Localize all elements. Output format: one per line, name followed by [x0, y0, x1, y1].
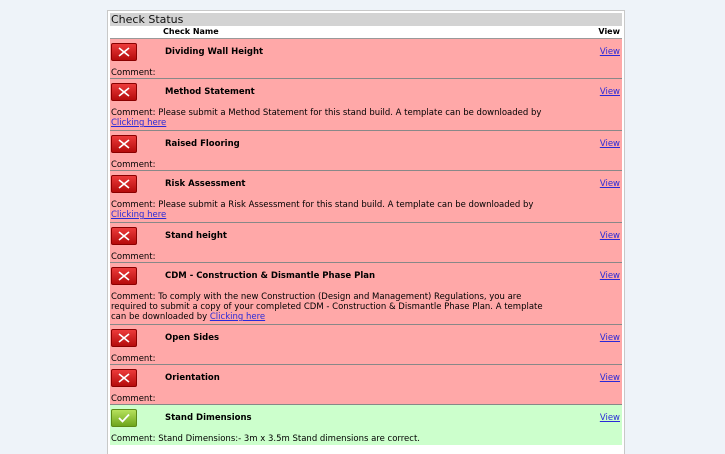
check-comment: Comment: [110, 68, 551, 78]
check-name: Stand height [165, 231, 227, 241]
download-template-link[interactable]: Clicking here [111, 118, 166, 128]
check-comment: Comment: [110, 354, 551, 364]
red-x-icon [111, 267, 137, 285]
check-row-open-sides: Open Sides View Comment: [110, 325, 622, 365]
table-header: Check Name View [110, 26, 622, 39]
comment-text: Comment: [111, 160, 156, 170]
check-comment: Comment: To comply with the new Construc… [110, 292, 551, 322]
check-row-risk-assessment: Risk Assessment View Comment: Please sub… [110, 171, 622, 223]
check-row-orientation: Orientation View Comment: [110, 365, 622, 405]
red-x-icon [111, 227, 137, 245]
comment-text: Comment: [111, 68, 156, 78]
comment-text: Comment: To comply with the new Construc… [111, 292, 543, 322]
check-name: Method Statement [165, 87, 255, 97]
comment-text: Comment: [111, 354, 156, 364]
red-x-icon [111, 83, 137, 101]
check-comment: Comment: [110, 394, 551, 404]
view-link[interactable]: View [600, 413, 620, 423]
column-header-check-name: Check Name [163, 27, 219, 36]
check-name: Dividing Wall Height [165, 47, 264, 57]
check-name: Risk Assessment [165, 179, 246, 189]
check-row-raised-flooring: Raised Flooring View Comment: [110, 131, 622, 171]
view-link[interactable]: View [600, 139, 620, 149]
red-x-icon [111, 369, 137, 387]
check-name: Open Sides [165, 333, 220, 343]
comment-text: Comment: Stand Dimensions:- 3m x 3.5m St… [111, 434, 420, 444]
view-link[interactable]: View [600, 179, 620, 189]
view-link[interactable]: View [600, 271, 620, 281]
check-row-cdm-plan: CDM - Construction & Dismantle Phase Pla… [110, 263, 622, 325]
check-row-stand-dimensions: Stand Dimensions View Comment: Stand Dim… [110, 405, 622, 445]
download-template-link[interactable]: Clicking here [210, 312, 265, 322]
check-name: Raised Flooring [165, 139, 240, 149]
check-comment: Comment: Please submit a Method Statemen… [110, 108, 551, 128]
view-link[interactable]: View [600, 333, 620, 343]
check-name: Stand Dimensions [165, 413, 252, 423]
view-link[interactable]: View [600, 373, 620, 383]
check-name: CDM - Construction & Dismantle Phase Pla… [165, 271, 376, 281]
comment-text: Comment: [111, 252, 156, 262]
view-link[interactable]: View [600, 87, 620, 97]
check-comment: Comment: [110, 252, 551, 262]
comment-text: Comment: [111, 394, 156, 404]
column-header-view: View [598, 27, 620, 36]
check-comment: Comment: Stand Dimensions:- 3m x 3.5m St… [110, 434, 551, 444]
download-template-link[interactable]: Clicking here [111, 210, 166, 220]
check-status-panel: Check Status Check Name View Dividing Wa… [107, 10, 625, 454]
comment-text: Comment: Please submit a Risk Assessment… [111, 200, 534, 210]
red-x-icon [111, 329, 137, 347]
check-row-stand-height: Stand height View Comment: [110, 223, 622, 263]
check-comment: Comment: [110, 160, 551, 170]
red-x-icon [111, 175, 137, 193]
check-row-method-statement: Method Statement View Comment: Please su… [110, 79, 622, 131]
comment-text: Comment: Please submit a Method Statemen… [111, 108, 542, 118]
red-x-icon [111, 135, 137, 153]
panel-title: Check Status [110, 13, 622, 26]
check-name: Orientation [165, 373, 220, 383]
red-x-icon [111, 43, 137, 61]
view-link[interactable]: View [600, 47, 620, 57]
view-link[interactable]: View [600, 231, 620, 241]
check-row-dividing-wall-height: Dividing Wall Height View Comment: [110, 39, 622, 79]
check-comment: Comment: Please submit a Risk Assessment… [110, 200, 551, 220]
green-check-icon [111, 409, 137, 427]
